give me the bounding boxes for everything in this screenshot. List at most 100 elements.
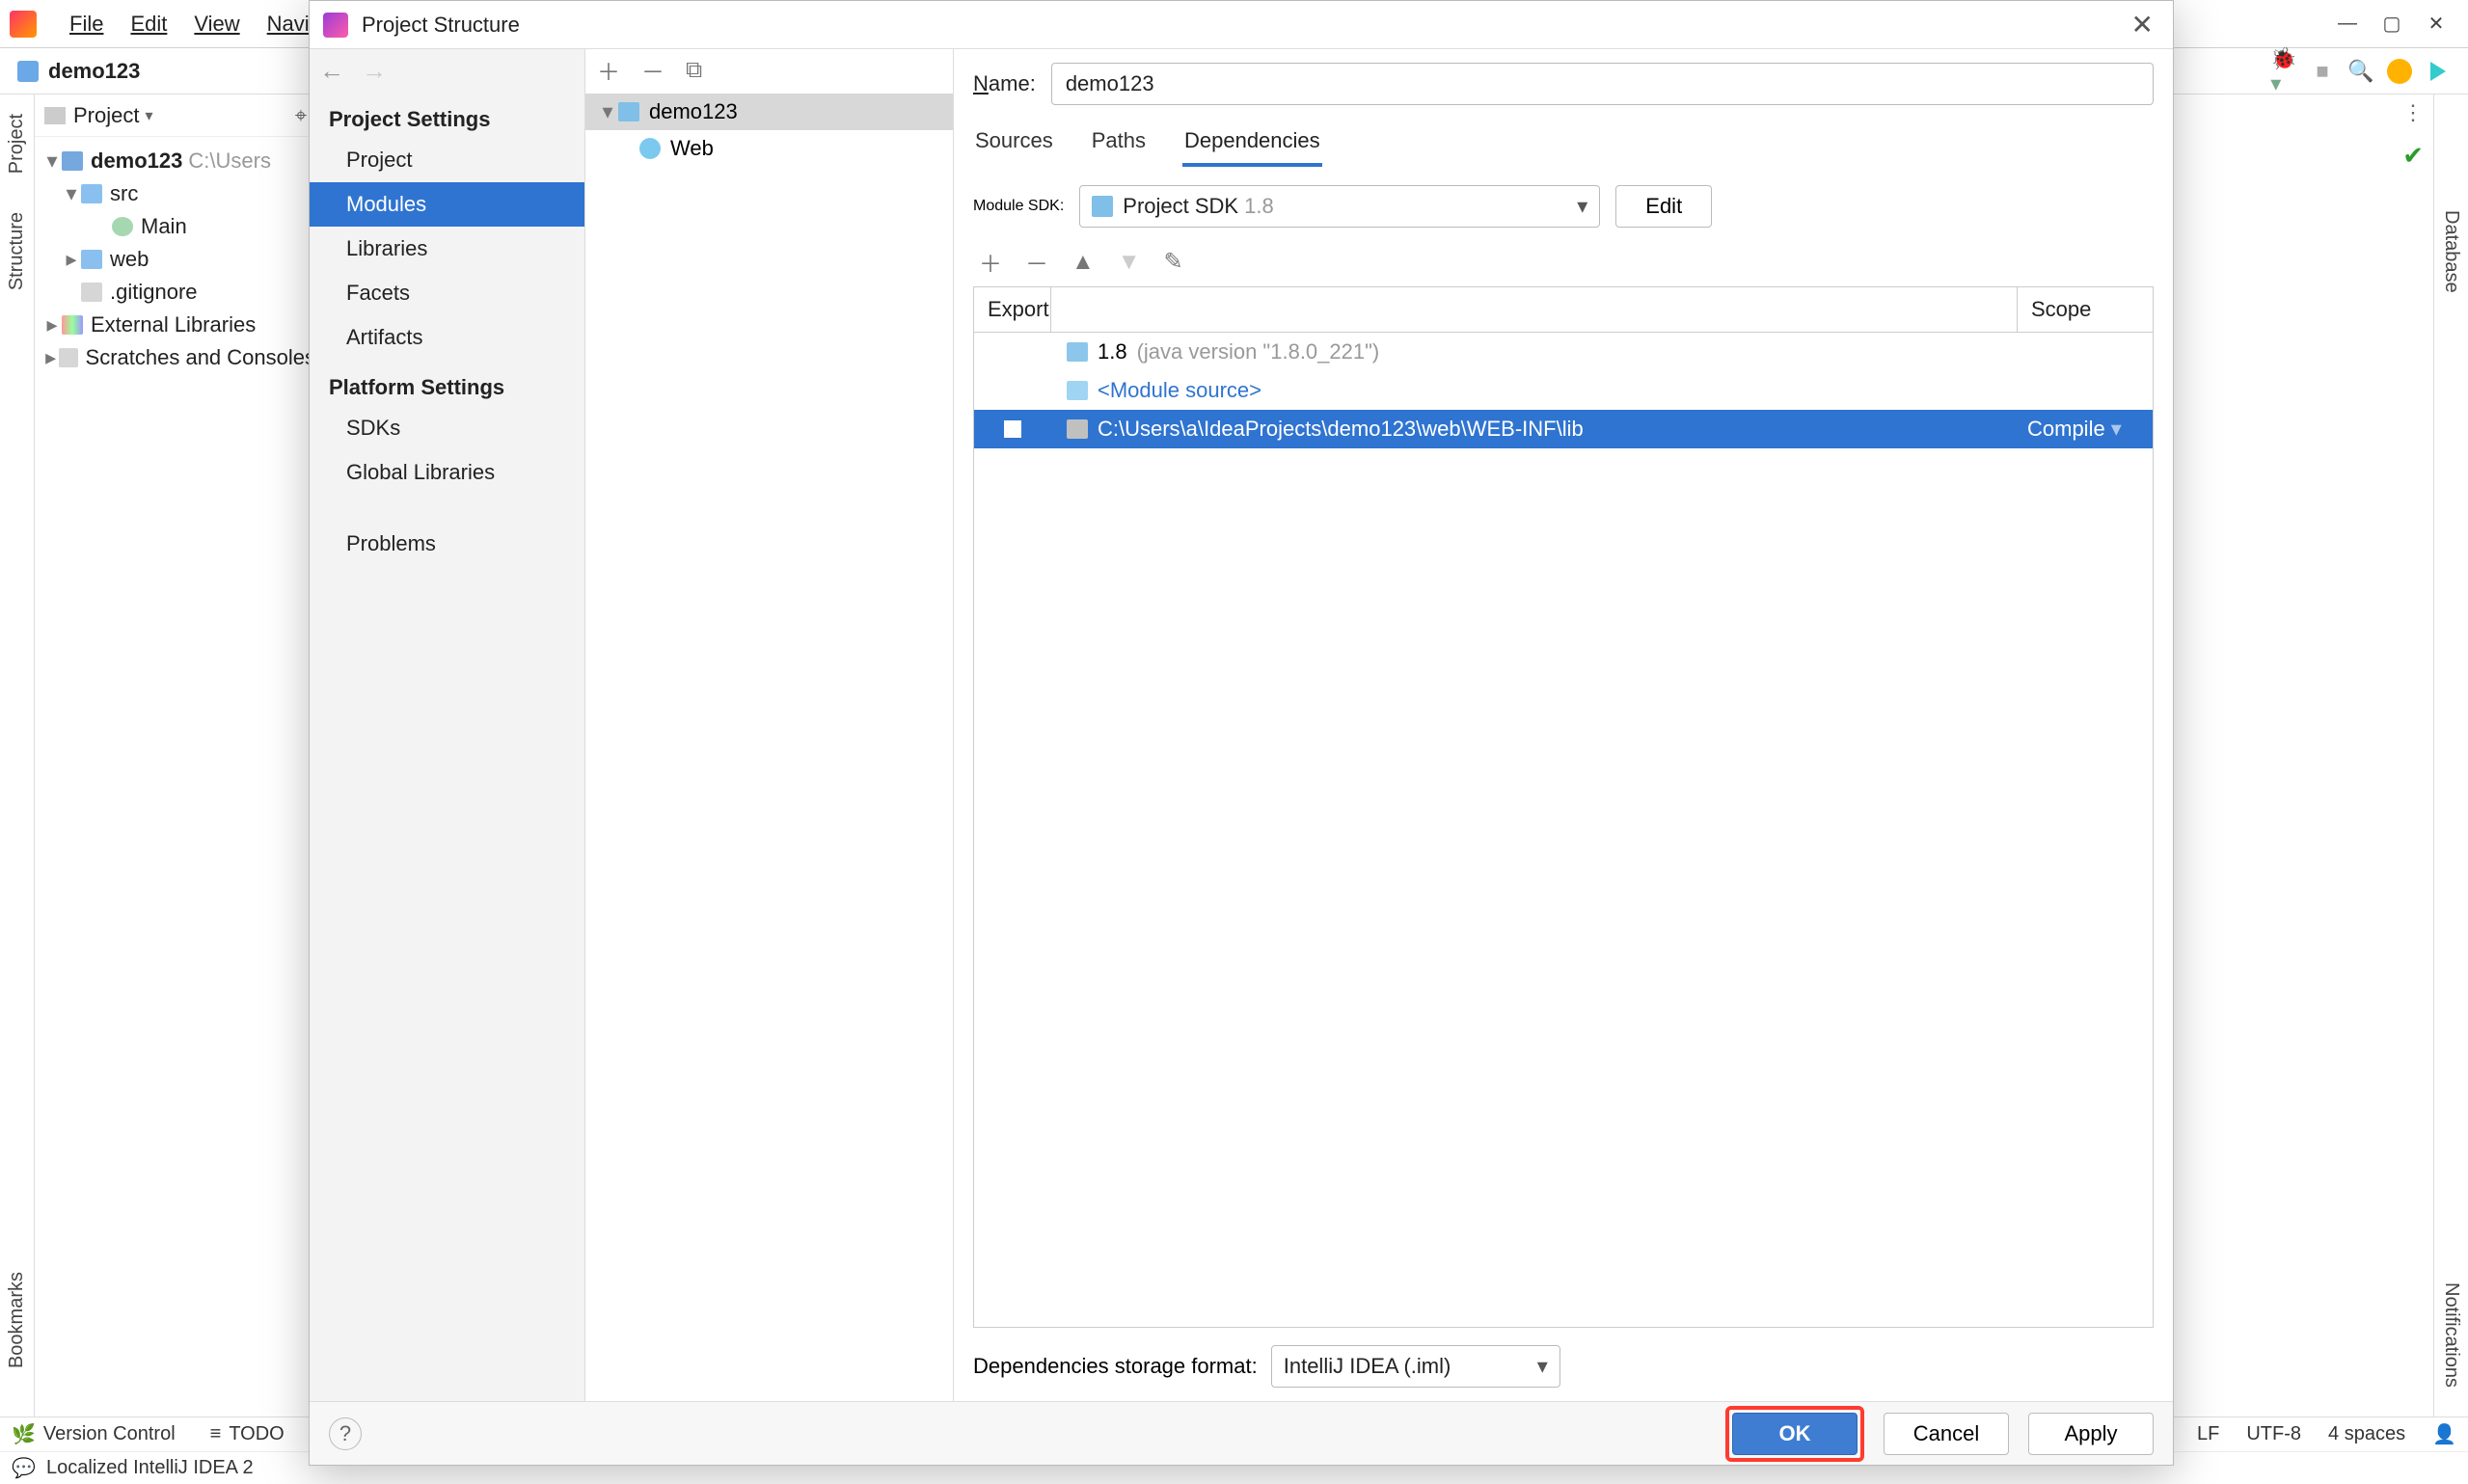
window-maximize-button[interactable]: ▢ — [2370, 9, 2414, 40]
nav-facets[interactable]: Facets — [310, 271, 584, 315]
nav-sdks[interactable]: SDKs — [310, 406, 584, 450]
edit-dependency-icon[interactable]: ✎ — [1164, 248, 1183, 276]
module-icon — [17, 61, 39, 82]
nav-modules[interactable]: Modules — [310, 182, 584, 227]
module-icon — [618, 102, 639, 121]
intellij-logo-icon — [323, 13, 348, 38]
tab-sources[interactable]: Sources — [973, 122, 1055, 167]
tree-node-project-root[interactable]: ▾demo123C:\Users — [35, 145, 323, 177]
remove-dependency-icon[interactable]: － — [1025, 245, 1048, 279]
nav-back-icon[interactable]: ← — [319, 56, 344, 86]
dialog-titlebar: Project Structure ✕ — [310, 1, 2173, 49]
more-icon[interactable]: ⋮ — [2400, 100, 2426, 125]
dep-row-lib-folder[interactable]: C:\Users\a\IdeaProjects\demo123\web\WEB-… — [974, 410, 2153, 448]
dep-row-module-source[interactable]: <Module source> — [974, 371, 2153, 410]
folder-icon — [1067, 419, 1088, 439]
update-icon[interactable] — [2387, 59, 2412, 84]
menu-view[interactable]: View — [180, 12, 253, 37]
help-button[interactable]: ? — [329, 1417, 362, 1450]
edit-sdk-button[interactable]: Edit — [1615, 185, 1712, 228]
nav-libraries[interactable]: Libraries — [310, 227, 584, 271]
module-name-input[interactable] — [1051, 63, 2154, 105]
status-reader-mode-icon[interactable]: 👤 — [2432, 1422, 2456, 1446]
status-indent[interactable]: 4 spaces — [2328, 1423, 2405, 1445]
nav-project[interactable]: Project — [310, 138, 584, 182]
menu-edit[interactable]: Edit — [117, 12, 180, 37]
dependency-table: Export Scope 1.8 (java version "1.8.0_22… — [973, 286, 2154, 1328]
menu-file[interactable]: File — [56, 12, 117, 37]
module-node-root[interactable]: ▾demo123 — [585, 94, 953, 130]
tree-node-scratches[interactable]: ▸Scratches and Consoles — [35, 341, 323, 374]
move-down-icon[interactable]: ▼ — [1118, 249, 1141, 276]
col-name — [1051, 287, 2018, 332]
name-label: Name: — [973, 71, 1036, 96]
ok-highlight: OK — [1725, 1406, 1864, 1462]
nav-problems[interactable]: Problems — [310, 522, 584, 566]
tab-dependencies[interactable]: Dependencies — [1182, 122, 1322, 167]
status-todo[interactable]: ≡ TODO — [210, 1423, 285, 1445]
nav-artifacts[interactable]: Artifacts — [310, 315, 584, 360]
col-scope[interactable]: Scope — [2018, 287, 2153, 332]
tool-window-bookmarks[interactable]: Bookmarks — [6, 1272, 28, 1368]
move-up-icon[interactable]: ▲ — [1071, 249, 1095, 276]
jdk-icon — [1067, 342, 1088, 362]
dialog-title-text: Project Structure — [362, 13, 520, 38]
dep-row-jdk[interactable]: 1.8 (java version "1.8.0_221") — [974, 333, 2153, 371]
tool-window-database[interactable]: Database — [2440, 210, 2462, 293]
search-icon[interactable]: 🔍 — [2348, 59, 2373, 84]
cancel-button[interactable]: Cancel — [1884, 1413, 2009, 1455]
storage-format-select[interactable]: IntelliJ IDEA (.iml)▾ — [1271, 1345, 1560, 1388]
tree-node-src[interactable]: ▾src — [35, 177, 323, 210]
stop-icon[interactable]: ■ — [2310, 59, 2335, 84]
tab-paths[interactable]: Paths — [1090, 122, 1148, 167]
tool-window-structure[interactable]: Structure — [6, 212, 28, 290]
dialog-close-button[interactable]: ✕ — [2126, 9, 2159, 40]
ok-button[interactable]: OK — [1732, 1413, 1858, 1455]
copy-module-icon[interactable]: ⧉ — [686, 57, 702, 84]
folder-icon — [81, 250, 102, 269]
window-minimize-button[interactable]: — — [2325, 9, 2370, 40]
tree-node-main[interactable]: Main — [35, 210, 323, 243]
col-export[interactable]: Export — [974, 287, 1051, 332]
module-node-web[interactable]: Web — [585, 130, 953, 167]
scratches-icon — [59, 348, 77, 367]
dialog-nav-column: ← → Project Settings Project Modules Lib… — [310, 49, 585, 1401]
nav-forward-icon[interactable]: → — [362, 56, 387, 86]
chevron-down-icon[interactable]: ▾ — [145, 106, 152, 125]
window-close-button[interactable]: ✕ — [2414, 9, 2458, 40]
add-module-icon[interactable]: ＋ — [597, 53, 620, 87]
status-version-control[interactable]: 🌿 Version Control — [12, 1422, 176, 1446]
module-sdk-select[interactable]: Project SDK1.8 ▾ — [1079, 185, 1600, 228]
debug-dropdown-icon[interactable]: 🐞▾ — [2271, 59, 2296, 84]
intellij-logo-icon — [10, 11, 37, 38]
add-dependency-icon[interactable]: ＋ — [979, 245, 1002, 279]
project-tree: ▾demo123C:\Users ▾src Main ▸web .gitigno… — [35, 137, 323, 382]
event-log-icon[interactable]: 💬 — [12, 1456, 36, 1480]
scope-select[interactable]: Compile — [2027, 417, 2105, 442]
tool-window-project[interactable]: Project — [6, 114, 28, 174]
chevron-down-icon: ▾ — [1577, 194, 1587, 219]
tool-window-notifications[interactable]: Notifications — [2440, 1282, 2462, 1388]
tree-node-web[interactable]: ▸web — [35, 243, 323, 276]
ai-play-icon[interactable] — [2426, 59, 2451, 84]
apply-button[interactable]: Apply — [2028, 1413, 2154, 1455]
tree-node-gitignore[interactable]: .gitignore — [35, 276, 323, 309]
class-icon — [112, 217, 133, 236]
breadcrumb-project-name[interactable]: demo123 — [48, 59, 140, 84]
right-gutter: Database Notifications — [2433, 94, 2468, 1417]
project-panel: Project ▾ ⌖ ▾demo123C:\Users ▾src Main ▸… — [35, 94, 324, 1417]
module-tabs: Sources Paths Dependencies — [973, 122, 2154, 168]
status-lf[interactable]: LF — [2197, 1423, 2219, 1445]
export-checkbox[interactable] — [1004, 420, 1021, 438]
remove-module-icon[interactable]: － — [641, 53, 664, 87]
file-icon — [81, 283, 102, 302]
project-panel-header[interactable]: Project ▾ ⌖ — [35, 94, 323, 137]
libraries-icon — [62, 315, 83, 335]
tree-node-external-libraries[interactable]: ▸External Libraries — [35, 309, 323, 341]
module-sdk-label: Module SDK: — [973, 198, 1064, 215]
status-encoding[interactable]: UTF-8 — [2246, 1423, 2301, 1445]
section-project-settings: Project Settings — [310, 92, 584, 138]
folder-icon — [44, 107, 66, 124]
chevron-down-icon: ▾ — [2111, 417, 2122, 442]
nav-global-libraries[interactable]: Global Libraries — [310, 450, 584, 495]
